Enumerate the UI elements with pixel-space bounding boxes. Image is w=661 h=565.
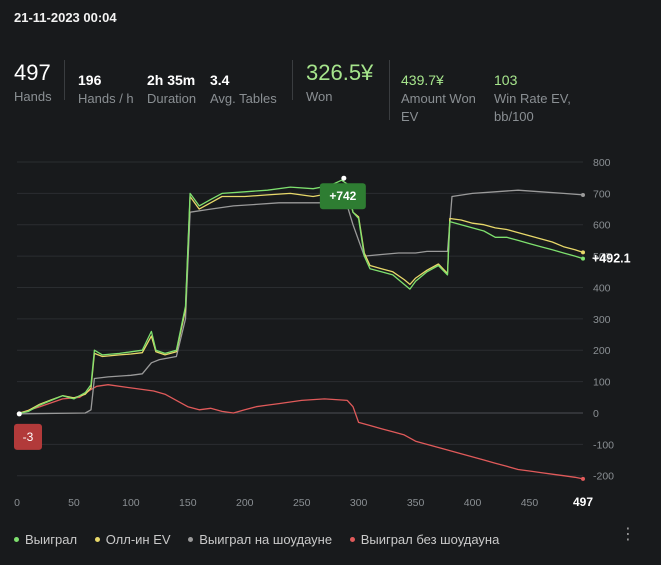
legend-item-non-showdown[interactable]: Выиграл без шоудауна [349, 532, 500, 547]
series-line [16, 179, 584, 415]
series-end-point [581, 192, 585, 197]
stats-divider [64, 60, 65, 100]
stats-bar: 497 Hands 196 Hands / h 2h 35m Duration … [0, 60, 661, 130]
legend-label-won: Выиграл [25, 532, 78, 547]
legend-item-showdown[interactable]: Выиграл на шоудауне [188, 532, 332, 547]
min-point-marker [16, 411, 22, 417]
stat-hands-value: 497 [14, 60, 51, 85]
x-tick-label: 50 [68, 497, 80, 509]
legend-item-won[interactable]: Выиграл [14, 532, 77, 547]
legend-label-non-showdown: Выиграл без шоудауна [360, 532, 500, 547]
y-tick-label: 800 [593, 157, 611, 169]
min-label: -3 [23, 430, 34, 444]
series-end-point [581, 250, 585, 255]
x-tick-label: 100 [122, 497, 140, 509]
y-tick-label: 600 [593, 220, 611, 232]
stat-won-label: Won [306, 89, 333, 104]
x-tick-label: 300 [350, 497, 368, 509]
stat-amount-won-ev: 439.7¥ Amount Won EV [401, 72, 487, 126]
series-end-point [581, 476, 585, 481]
stat-amount-won-ev-value: 439.7¥ [401, 72, 444, 88]
y-tick-label: 300 [593, 314, 611, 326]
x-tick-label: 150 [179, 497, 197, 509]
legend-dot-non-showdown [349, 537, 355, 542]
y-tick-label: -200 [593, 471, 614, 483]
stat-win-rate-ev: 103 Win Rate EV, bb/100 [494, 72, 584, 126]
x-end-label: 497 [573, 495, 593, 509]
stat-avg-tables-value: 3.4 [210, 72, 230, 88]
x-tick-label: 450 [521, 497, 539, 509]
x-tick-label: 350 [407, 497, 425, 509]
stat-duration-label: Duration [147, 91, 197, 106]
max-point-marker [341, 175, 347, 181]
series-line [16, 189, 584, 415]
x-tick-label: 250 [293, 497, 311, 509]
legend-label-showdown: Выиграл на шоудауне [199, 532, 333, 547]
stat-won-value: 326.5¥ [306, 60, 374, 85]
x-tick-label: 400 [464, 497, 482, 509]
stat-won: 326.5¥ Won [306, 60, 373, 106]
series-end-point [581, 256, 585, 261]
y-tick-label: -100 [593, 439, 614, 451]
session-date: 21-11-2023 00:04 [14, 10, 117, 25]
winnings-chart[interactable]: 8007006005004003002001000-100-2000 50 100 1… [0, 150, 661, 520]
stat-hands-per-hour: 196 Hands / h [78, 72, 134, 108]
x-tick-label: 0 [14, 497, 20, 509]
stat-hands-per-hour-value: 196 [78, 72, 102, 88]
stat-win-rate-ev-value: 103 [494, 72, 518, 88]
end-value-label: +492.1 [592, 252, 631, 266]
legend-label-allin-ev: Олл-ин EV [105, 532, 171, 547]
stat-hands-label: Hands [14, 89, 52, 104]
max-label: +742 [329, 189, 356, 203]
more-vertical-icon[interactable]: ⋮ [620, 526, 636, 544]
y-tick-label: 200 [593, 345, 611, 357]
y-tick-label: 400 [593, 282, 611, 294]
y-tick-label: 100 [593, 377, 611, 389]
x-tick-label: 200 [236, 497, 254, 509]
stat-hands: 497 Hands [14, 60, 52, 106]
chart-legend: Выиграл Олл-ин EV Выиграл на шоудауне Вы… [14, 530, 513, 547]
y-tick-label: 700 [593, 188, 611, 200]
stat-amount-won-ev-label: Amount Won EV [401, 91, 476, 124]
stat-avg-tables-label: Avg. Tables [210, 91, 277, 106]
y-tick-label: 0 [593, 408, 599, 420]
legend-dot-showdown [188, 537, 194, 542]
stats-divider [292, 60, 293, 100]
stat-hands-per-hour-label: Hands / h [78, 91, 134, 106]
series-line [16, 189, 584, 415]
stat-duration-value: 2h 35m [147, 72, 196, 88]
stat-win-rate-ev-label: Win Rate EV, bb/100 [494, 91, 571, 124]
stat-avg-tables: 3.4 Avg. Tables [210, 72, 277, 108]
legend-dot-allin-ev [94, 537, 100, 542]
legend-dot-won [14, 537, 19, 542]
stat-duration: 2h 35m Duration [147, 72, 196, 108]
stats-divider [389, 60, 390, 120]
series-line [16, 384, 584, 480]
legend-item-allin-ev[interactable]: Олл-ин EV [94, 532, 171, 547]
